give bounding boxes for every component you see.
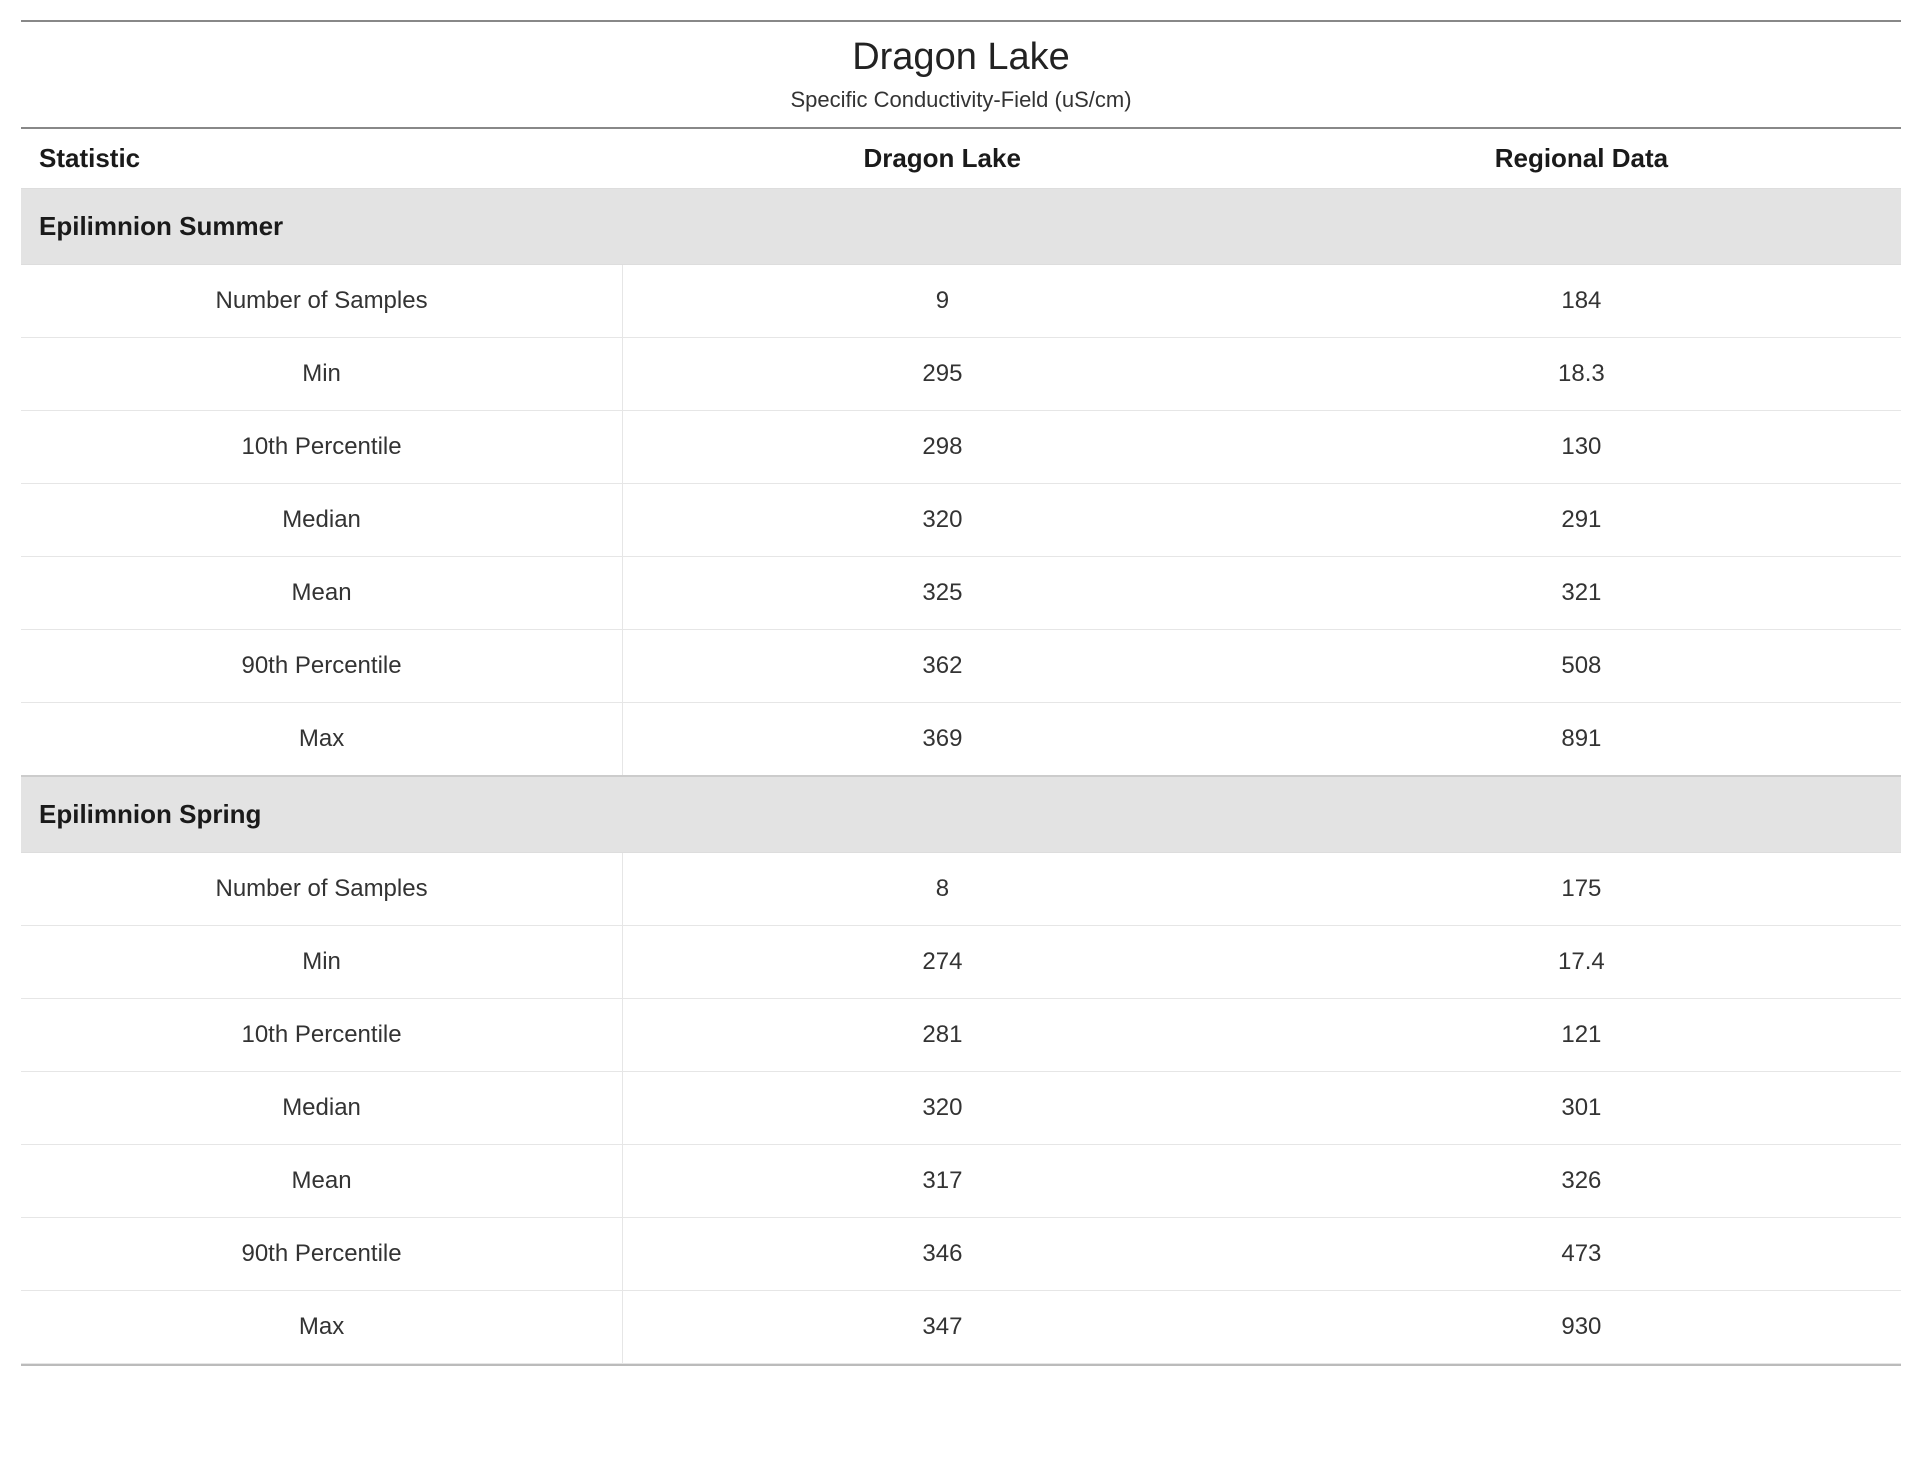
stat-name-cell: Number of Samples [21, 853, 623, 926]
table-row: Min29518.3 [21, 338, 1901, 411]
site-value-cell: 320 [623, 484, 1262, 557]
table-row: Max347930 [21, 1291, 1901, 1364]
stat-name-cell: Mean [21, 557, 623, 630]
regional-value-cell: 930 [1262, 1291, 1901, 1364]
regional-value-cell: 321 [1262, 557, 1901, 630]
stat-name-cell: Median [21, 1072, 623, 1145]
col-header-regional: Regional Data [1262, 129, 1901, 189]
site-value-cell: 362 [623, 630, 1262, 703]
table-row: 90th Percentile362508 [21, 630, 1901, 703]
stat-name-cell: Min [21, 926, 623, 999]
site-value-cell: 9 [623, 265, 1262, 338]
regional-value-cell: 891 [1262, 703, 1901, 777]
stat-name-cell: 10th Percentile [21, 411, 623, 484]
site-value-cell: 8 [623, 853, 1262, 926]
table-row: Median320301 [21, 1072, 1901, 1145]
stats-table: Statistic Dragon Lake Regional Data Epil… [21, 129, 1901, 1364]
table-row: 10th Percentile298130 [21, 411, 1901, 484]
site-value-cell: 347 [623, 1291, 1262, 1364]
regional-value-cell: 175 [1262, 853, 1901, 926]
regional-value-cell: 291 [1262, 484, 1901, 557]
regional-value-cell: 18.3 [1262, 338, 1901, 411]
stat-name-cell: 90th Percentile [21, 1218, 623, 1291]
report-header: Dragon Lake Specific Conductivity-Field … [21, 24, 1901, 127]
table-row: Min27417.4 [21, 926, 1901, 999]
stat-name-cell: Number of Samples [21, 265, 623, 338]
regional-value-cell: 121 [1262, 999, 1901, 1072]
regional-value-cell: 17.4 [1262, 926, 1901, 999]
site-value-cell: 298 [623, 411, 1262, 484]
stat-name-cell: Max [21, 1291, 623, 1364]
section-header: Epilimnion Spring [21, 776, 1901, 853]
bottom-rule [21, 1364, 1901, 1366]
site-value-cell: 346 [623, 1218, 1262, 1291]
table-row: Max369891 [21, 703, 1901, 777]
site-value-cell: 281 [623, 999, 1262, 1072]
table-row: Median320291 [21, 484, 1901, 557]
table-row: Number of Samples8175 [21, 853, 1901, 926]
column-header-row: Statistic Dragon Lake Regional Data [21, 129, 1901, 189]
table-row: Number of Samples9184 [21, 265, 1901, 338]
report-container: Dragon Lake Specific Conductivity-Field … [21, 20, 1901, 1366]
site-value-cell: 295 [623, 338, 1262, 411]
site-value-cell: 320 [623, 1072, 1262, 1145]
regional-value-cell: 130 [1262, 411, 1901, 484]
stat-name-cell: 90th Percentile [21, 630, 623, 703]
stat-name-cell: Median [21, 484, 623, 557]
regional-value-cell: 301 [1262, 1072, 1901, 1145]
section-header-row: Epilimnion Summer [21, 189, 1901, 265]
regional-value-cell: 326 [1262, 1145, 1901, 1218]
site-value-cell: 325 [623, 557, 1262, 630]
table-row: Mean317326 [21, 1145, 1901, 1218]
regional-value-cell: 508 [1262, 630, 1901, 703]
report-title: Dragon Lake [21, 36, 1901, 79]
col-header-statistic: Statistic [21, 129, 623, 189]
stat-name-cell: Min [21, 338, 623, 411]
col-header-site: Dragon Lake [623, 129, 1262, 189]
table-body: Epilimnion SummerNumber of Samples9184Mi… [21, 189, 1901, 1364]
stat-name-cell: Max [21, 703, 623, 777]
report-subtitle: Specific Conductivity-Field (uS/cm) [21, 87, 1901, 113]
table-row: 90th Percentile346473 [21, 1218, 1901, 1291]
regional-value-cell: 184 [1262, 265, 1901, 338]
site-value-cell: 369 [623, 703, 1262, 777]
top-rule [21, 20, 1901, 22]
table-row: Mean325321 [21, 557, 1901, 630]
stat-name-cell: 10th Percentile [21, 999, 623, 1072]
table-row: 10th Percentile281121 [21, 999, 1901, 1072]
site-value-cell: 274 [623, 926, 1262, 999]
regional-value-cell: 473 [1262, 1218, 1901, 1291]
section-header-row: Epilimnion Spring [21, 776, 1901, 853]
site-value-cell: 317 [623, 1145, 1262, 1218]
section-header: Epilimnion Summer [21, 189, 1901, 265]
stat-name-cell: Mean [21, 1145, 623, 1218]
